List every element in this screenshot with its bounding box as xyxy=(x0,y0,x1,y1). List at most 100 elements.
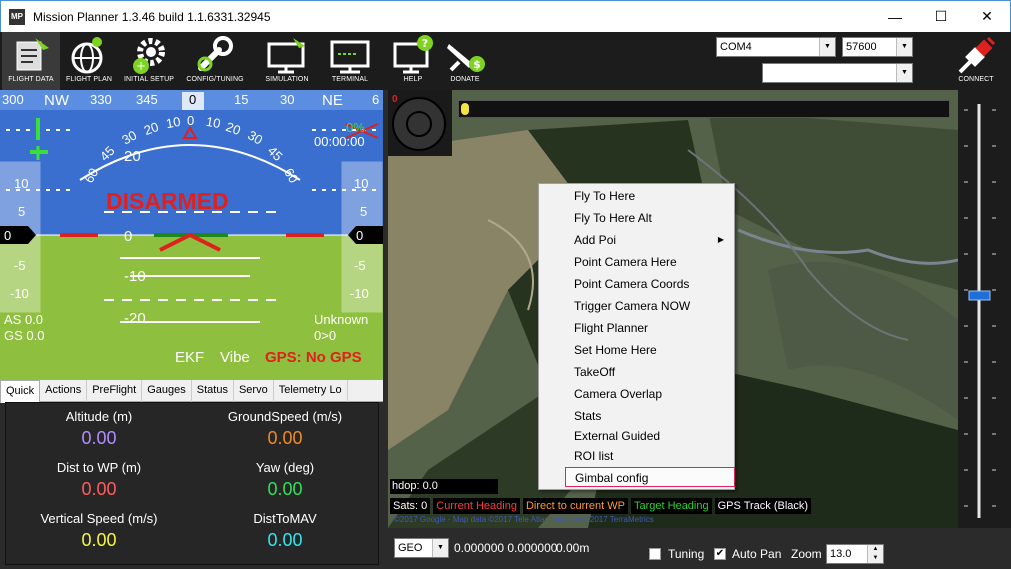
flight-data-label: FLIGHT DATA xyxy=(8,76,54,83)
chevron-down-icon: ▼ xyxy=(896,64,912,82)
roll-tick: 20 xyxy=(141,118,161,139)
alt-tape-label: -5 xyxy=(354,258,366,273)
menu-item-gimbal-config[interactable]: Gimbal config xyxy=(565,467,735,487)
quick-altitude[interactable]: Altitude (m) 0.00 xyxy=(6,409,192,449)
connect-label: CONNECT xyxy=(958,76,994,83)
quick-groundspeed[interactable]: GroundSpeed (m/s) 0.00 xyxy=(192,409,378,449)
menu-item-external-guided[interactable]: External Guided xyxy=(539,426,734,446)
menu-item-trigger-camera-now[interactable]: Trigger Camera NOW xyxy=(539,296,734,316)
speed-tape-label: 5 xyxy=(18,204,26,219)
flight-plan-button[interactable]: FLIGHT PLAN xyxy=(60,32,118,90)
quick-label: Altitude (m) xyxy=(65,409,133,424)
config-tuning-icon xyxy=(197,36,233,72)
menu-item-label: Add Poi xyxy=(574,233,617,247)
tab-status[interactable]: Status xyxy=(192,380,234,402)
quick-dist-to-mav[interactable]: DistToMAV 0.00 xyxy=(192,511,378,551)
flight-plan-icon xyxy=(71,37,103,74)
tuning-checkbox[interactable] xyxy=(649,548,661,560)
menu-item-takeoff[interactable]: TakeOff xyxy=(539,362,734,382)
chevron-down-icon: ▼ xyxy=(819,38,835,56)
menu-item-fly-to-here[interactable]: Fly To Here xyxy=(539,186,734,206)
tab-actions[interactable]: Actions xyxy=(40,380,88,402)
autopan-checkbox[interactable]: ✔ xyxy=(714,548,726,560)
menu-item-flight-planner[interactable]: Flight Planner xyxy=(539,318,734,338)
port-select[interactable]: COM4 ▼ xyxy=(716,37,836,57)
profile-select[interactable]: ▼ xyxy=(762,63,913,83)
minimize-button[interactable]: — xyxy=(872,1,918,33)
battery-readout: 0% xyxy=(346,120,365,135)
help-button[interactable]: ? HELP xyxy=(384,32,442,90)
tab-servo[interactable]: Servo xyxy=(234,380,274,402)
initial-setup-icon: + xyxy=(133,38,165,74)
svg-text:$: $ xyxy=(473,58,481,71)
tab-telemetry-logs[interactable]: Telemetry Lo xyxy=(274,380,348,402)
map-legend: Sats: 0 Current Heading Direct to curren… xyxy=(390,498,814,514)
roll-tick: 10 xyxy=(164,113,182,132)
svg-text:?: ? xyxy=(422,37,428,50)
menu-item-point-camera-coords[interactable]: Point Camera Coords xyxy=(539,274,734,294)
roll-tick: 10 xyxy=(204,113,222,132)
tab-gauges[interactable]: Gauges xyxy=(142,380,192,402)
simulation-label: SIMULATION xyxy=(265,76,309,83)
menu-item-add-poi[interactable]: Add Poi ▶ xyxy=(539,230,734,250)
maximize-button[interactable]: ☐ xyxy=(918,1,964,33)
legend-current-heading: Current Heading xyxy=(433,498,520,514)
zoom-slider[interactable] xyxy=(958,90,1011,528)
zoom-label: Zoom xyxy=(791,547,822,561)
quick-dist-to-wp[interactable]: Dist to WP (m) 0.00 xyxy=(6,460,192,500)
menu-item-set-home-here[interactable]: Set Home Here xyxy=(539,340,734,360)
pitch-label: -10 xyxy=(124,268,146,285)
vibe-indicator[interactable]: Vibe xyxy=(220,349,250,366)
cursor-altitude: 0.00m xyxy=(556,541,590,555)
donate-button[interactable]: $ DONATE xyxy=(436,32,494,90)
roll-tick: 45 xyxy=(96,143,118,164)
menu-item-roi-list[interactable]: ROI list xyxy=(539,446,734,466)
close-button[interactable]: ✕ xyxy=(964,1,1010,33)
alt-tape-label: -10 xyxy=(350,286,369,301)
waypoint-readout: 0>0 xyxy=(314,328,337,343)
connect-button[interactable]: CONNECT xyxy=(946,32,1006,90)
quick-label: Dist to WP (m) xyxy=(56,460,142,475)
pitch-label: 0 xyxy=(124,228,133,245)
terminal-label: TERMINAL xyxy=(331,76,369,83)
menu-item-stats[interactable]: Stats xyxy=(539,406,734,426)
terminal-icon xyxy=(330,40,370,74)
quick-yaw[interactable]: Yaw (deg) 0.00 xyxy=(192,460,378,500)
connect-plug-icon xyxy=(958,36,996,74)
cursor-coordinates: 0.000000 0.000000 xyxy=(454,541,558,555)
simulation-icon xyxy=(267,38,305,74)
simulation-button[interactable]: SIMULATION xyxy=(258,32,316,90)
tab-quick[interactable]: Quick xyxy=(0,380,41,403)
menu-item-fly-to-here-alt[interactable]: Fly To Here Alt xyxy=(539,208,734,228)
flight-data-button[interactable]: FLIGHT DATA xyxy=(2,32,60,90)
coord-system-select[interactable]: GEO ▼ xyxy=(394,538,449,558)
quick-vertical-speed[interactable]: Vertical Speed (m/s) 0.00 xyxy=(6,511,192,551)
help-label: HELP xyxy=(403,76,423,83)
groundspeed-readout: GS 0.0 xyxy=(4,328,45,343)
initial-setup-button[interactable]: + INITIAL SETUP xyxy=(120,32,178,90)
baud-select[interactable]: 57600 ▼ xyxy=(842,37,913,57)
menu-item-camera-overlap[interactable]: Camera Overlap xyxy=(539,384,734,404)
quick-label: GroundSpeed (m/s) xyxy=(227,409,343,424)
autopan-label: Auto Pan xyxy=(732,547,782,561)
sats-count: Sats: 0 xyxy=(390,498,431,514)
speed-tape-label: 10 xyxy=(14,176,29,191)
menu-item-point-camera-here[interactable]: Point Camera Here xyxy=(539,252,734,272)
zoom-slider-track xyxy=(964,104,996,518)
quick-panel: Altitude (m) 0.00 GroundSpeed (m/s) 0.00… xyxy=(5,402,379,565)
ekf-indicator[interactable]: EKF xyxy=(175,349,204,366)
quick-value: 0.00 xyxy=(81,530,117,550)
legend-direct-to-wp: Direct to current WP xyxy=(522,498,628,514)
zoom-input[interactable]: 13.0 ▲ ▼ xyxy=(826,544,884,564)
tab-preflight[interactable]: PreFlight xyxy=(87,380,143,402)
quick-value: 0.00 xyxy=(81,428,117,448)
quick-label: Vertical Speed (m/s) xyxy=(40,511,158,526)
quick-label: DistToMAV xyxy=(253,511,317,526)
title-bar: MP Mission Planner 1.3.46 build 1.1.6331… xyxy=(0,0,1011,32)
spinner-arrows-icon[interactable]: ▲ ▼ xyxy=(867,545,883,563)
window-title: Mission Planner 1.3.46 build 1.1.6331.32… xyxy=(33,9,271,24)
terminal-button[interactable]: TERMINAL xyxy=(321,32,379,90)
baud-value: 57600 xyxy=(846,41,877,53)
hud-display[interactable]: 300 NW 330 345 0 15 30 NE 6 60 45 30 20 … xyxy=(0,90,383,380)
config-tuning-button[interactable]: CONFIG/TUNING xyxy=(186,32,244,90)
